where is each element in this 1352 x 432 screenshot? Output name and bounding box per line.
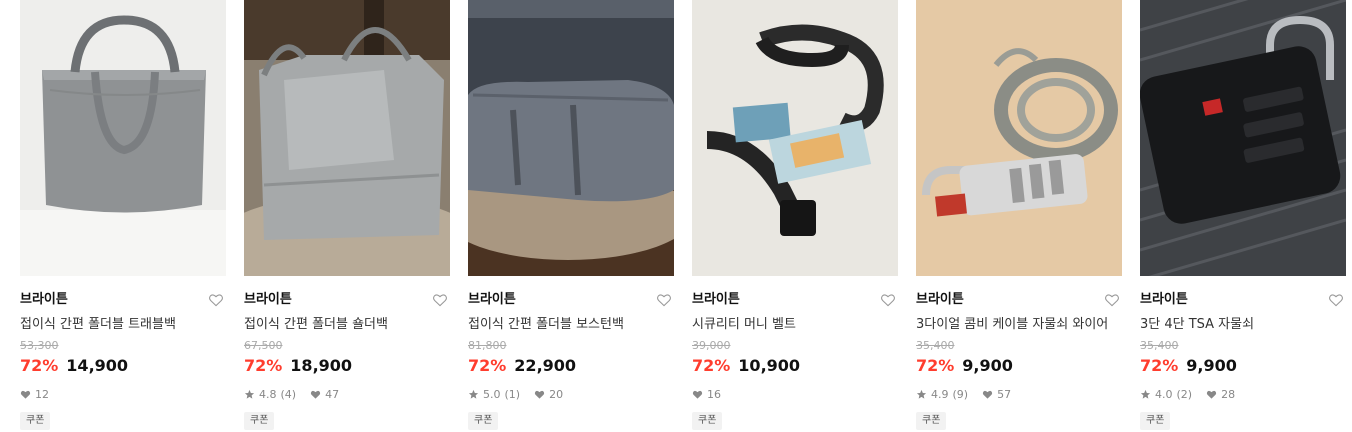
coupon-badge: 쿠폰 <box>20 412 51 430</box>
rating-score: 4.8 <box>259 387 277 401</box>
discount-rate: 72% <box>1140 356 1179 375</box>
product-card[interactable]: 브라이튼 3단 4단 TSA 자물쇠 35,400 72% 9,900 4.0 … <box>1140 0 1346 430</box>
coupon-badge: 쿠폰 <box>692 412 723 430</box>
star-icon <box>916 389 927 400</box>
likes-count: 16 <box>707 387 721 401</box>
product-stats: 16 <box>692 387 898 401</box>
coupon-badge: 쿠폰 <box>468 412 499 430</box>
product-stats: 4.8 (4) 47 <box>244 387 450 401</box>
brand-name[interactable]: 브라이튼 <box>692 291 898 309</box>
wishlist-heart-icon[interactable] <box>432 292 448 308</box>
review-count: (9) <box>952 387 969 401</box>
product-title[interactable]: 3다이얼 콤비 케이블 자물쇠 와이어 <box>916 316 1122 334</box>
tote-bag-illustration <box>20 0 226 276</box>
original-price: 81,800 <box>468 339 507 352</box>
boston-bag-illustration <box>468 0 674 276</box>
heart-filled-icon <box>1206 389 1217 400</box>
product-card[interactable]: 브라이튼 시큐리티 머니 벨트 39,000 72% 10,900 16 쿠폰 <box>692 0 898 430</box>
wishlist-heart-icon[interactable] <box>880 292 896 308</box>
rating-score: 5.0 <box>483 387 501 401</box>
sale-price: 22,900 <box>514 356 577 375</box>
sale-price: 18,900 <box>290 356 353 375</box>
brand-name[interactable]: 브라이튼 <box>244 291 450 309</box>
product-title[interactable]: 시큐리티 머니 벨트 <box>692 316 898 334</box>
heart-filled-icon <box>982 389 993 400</box>
brand-name[interactable]: 브라이튼 <box>468 291 674 309</box>
heart-filled-icon <box>534 389 545 400</box>
sale-price: 14,900 <box>66 356 129 375</box>
brand-name[interactable]: 브라이튼 <box>20 291 226 309</box>
review-count: (2) <box>1176 387 1193 401</box>
discount-rate: 72% <box>20 356 59 375</box>
product-grid: 브라이튼 접이식 간편 폴더블 트래블백 53,300 72% 14,900 1… <box>20 0 1346 430</box>
discount-rate: 72% <box>468 356 507 375</box>
original-price: 53,300 <box>20 339 59 352</box>
heart-filled-icon <box>692 389 703 400</box>
product-card[interactable]: 브라이튼 접이식 간편 폴더블 보스턴백 81,800 72% 22,900 5… <box>468 0 674 430</box>
product-image-boston-bag[interactable] <box>468 0 674 276</box>
review-count: (1) <box>504 387 521 401</box>
product-image-cable-lock[interactable] <box>916 0 1122 276</box>
original-price: 67,500 <box>244 339 283 352</box>
star-icon <box>468 389 479 400</box>
brand-name[interactable]: 브라이튼 <box>916 291 1122 309</box>
discount-rate: 72% <box>244 356 283 375</box>
original-price: 35,400 <box>916 339 955 352</box>
rating-score: 4.0 <box>1155 387 1173 401</box>
product-title[interactable]: 접이식 간편 폴더블 트래블백 <box>20 316 226 334</box>
heart-filled-icon <box>20 389 31 400</box>
star-icon <box>244 389 255 400</box>
wishlist-heart-icon[interactable] <box>208 292 224 308</box>
review-count: (4) <box>280 387 297 401</box>
wishlist-heart-icon[interactable] <box>656 292 672 308</box>
product-card[interactable]: 브라이튼 접이식 간편 폴더블 숄더백 67,500 72% 18,900 4.… <box>244 0 450 430</box>
sale-price: 9,900 <box>1186 356 1237 375</box>
likes-count: 12 <box>35 387 49 401</box>
price-row: 72% 14,900 <box>20 356 226 378</box>
product-title[interactable]: 접이식 간편 폴더블 보스턴백 <box>468 316 674 334</box>
coupon-badge: 쿠폰 <box>244 412 275 430</box>
shoulder-bag-illustration <box>244 0 450 276</box>
original-price: 35,400 <box>1140 339 1179 352</box>
price-row: 72% 10,900 <box>692 356 898 378</box>
star-icon <box>1140 389 1151 400</box>
likes-count: 57 <box>997 387 1012 401</box>
wishlist-heart-icon[interactable] <box>1328 292 1344 308</box>
product-image-shoulder-bag[interactable] <box>244 0 450 276</box>
price-row: 72% 9,900 <box>1140 356 1346 378</box>
product-card[interactable]: 브라이튼 3다이얼 콤비 케이블 자물쇠 와이어 35,400 72% 9,90… <box>916 0 1122 430</box>
product-title[interactable]: 3단 4단 TSA 자물쇠 <box>1140 316 1346 334</box>
likes-count: 28 <box>1221 387 1236 401</box>
likes-count: 20 <box>549 387 564 401</box>
original-price: 39,000 <box>692 339 731 352</box>
sale-price: 9,900 <box>962 356 1013 375</box>
tsa-lock-illustration <box>1140 0 1346 276</box>
wishlist-heart-icon[interactable] <box>1104 292 1120 308</box>
product-title[interactable]: 접이식 간편 폴더블 숄더백 <box>244 316 450 334</box>
likes-count: 47 <box>325 387 340 401</box>
discount-rate: 72% <box>692 356 731 375</box>
price-row: 72% 22,900 <box>468 356 674 378</box>
coupon-badge: 쿠폰 <box>916 412 947 430</box>
discount-rate: 72% <box>916 356 955 375</box>
money-belt-illustration <box>692 0 898 276</box>
heart-filled-icon <box>310 389 321 400</box>
price-row: 72% 18,900 <box>244 356 450 378</box>
product-stats: 12 <box>20 387 226 401</box>
coupon-badge: 쿠폰 <box>1140 412 1171 430</box>
cable-lock-illustration <box>916 0 1122 276</box>
brand-name[interactable]: 브라이튼 <box>1140 291 1346 309</box>
product-stats: 5.0 (1) 20 <box>468 387 674 401</box>
product-stats: 4.9 (9) 57 <box>916 387 1122 401</box>
product-card[interactable]: 브라이튼 접이식 간편 폴더블 트래블백 53,300 72% 14,900 1… <box>20 0 226 430</box>
product-image-tote-bag[interactable] <box>20 0 226 276</box>
price-row: 72% 9,900 <box>916 356 1122 378</box>
sale-price: 10,900 <box>738 356 801 375</box>
product-image-money-belt[interactable] <box>692 0 898 276</box>
product-image-tsa-lock[interactable] <box>1140 0 1346 276</box>
product-stats: 4.0 (2) 28 <box>1140 387 1346 401</box>
rating-score: 4.9 <box>931 387 949 401</box>
